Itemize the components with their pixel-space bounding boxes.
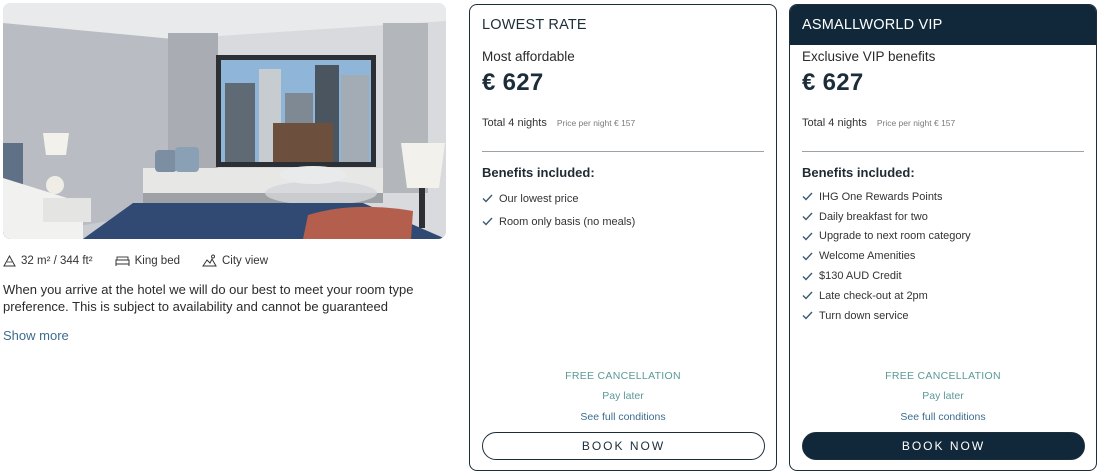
see-full-conditions-link[interactable]: See full conditions: [802, 411, 1084, 423]
checkmark-icon: [802, 311, 813, 320]
benefit-item: $130 AUD Credit: [802, 266, 1084, 286]
room-photo[interactable]: [3, 3, 446, 239]
benefit-label: Our lowest price: [499, 192, 579, 205]
benefit-label: Room only basis (no meals): [499, 215, 636, 228]
feature-area-label: 32 m² / 344 ft²: [21, 254, 93, 267]
free-cancellation-label: FREE CANCELLATION: [565, 370, 681, 382]
benefit-item: Upgrade to next room category: [802, 227, 1084, 247]
rate-card-header: LOWEST RATE: [482, 17, 587, 33]
feature-bed: King bed: [115, 255, 180, 267]
benefit-label: Turn down service: [819, 309, 909, 322]
rate-price: € 627: [482, 69, 544, 96]
book-now-button[interactable]: BOOK NOW: [482, 432, 765, 460]
feature-area: 32 m² / 344 ft²: [3, 254, 93, 267]
benefits-title: Benefits included:: [482, 165, 595, 180]
benefit-item: Our lowest price: [482, 187, 764, 210]
checkmark-icon: [482, 194, 493, 203]
room-info: 32 m² / 344 ft² King bed City view When …: [3, 3, 446, 345]
benefit-label: IHG One Rewards Points: [819, 190, 943, 203]
rate-price-per-night: Price per night € 157: [876, 118, 956, 128]
rate-card-lowest: LOWEST RATE Most affordable € 627 Total …: [469, 4, 777, 471]
checkmark-icon: [802, 192, 813, 201]
benefit-label: Welcome Amenities: [819, 250, 916, 263]
rate-total-nights: Total 4 nights: [802, 117, 867, 129]
rate-card-header: ASMALLWORLD VIP: [790, 5, 1096, 45]
pay-later-label: Pay later: [602, 390, 644, 402]
room-description: When you arrive at the hotel we will do …: [3, 282, 414, 314]
rate-price-per-night: Price per night € 157: [556, 118, 636, 128]
benefit-list: Our lowest price Room only basis (no mea…: [482, 187, 764, 233]
checkmark-icon: [802, 291, 813, 300]
area-icon: [3, 254, 16, 267]
benefit-item: Welcome Amenities: [802, 246, 1084, 266]
benefit-item: Daily breakfast for two: [802, 207, 1084, 227]
rate-tagline: Exclusive VIP benefits: [802, 49, 936, 64]
benefit-item: Turn down service: [802, 306, 1084, 326]
divider: [482, 151, 764, 152]
room-features: 32 m² / 344 ft² King bed City view: [3, 254, 446, 267]
rate-price: € 627: [802, 69, 864, 96]
checkmark-icon: [802, 212, 813, 221]
checkmark-icon: [802, 252, 813, 261]
divider: [802, 151, 1084, 152]
benefit-list: IHG One Rewards Points Daily breakfast f…: [802, 187, 1084, 326]
benefits-title: Benefits included:: [802, 165, 915, 180]
rate-card-vip: ASMALLWORLD VIP Exclusive VIP benefits €…: [789, 4, 1097, 471]
room-photo-illustration: [3, 3, 446, 239]
bed-icon: [115, 256, 130, 266]
benefit-label: Late check-out at 2pm: [819, 289, 928, 302]
checkmark-icon: [482, 217, 493, 226]
free-cancellation-label: FREE CANCELLATION: [885, 370, 1001, 382]
rate-total-nights: Total 4 nights: [482, 117, 547, 129]
feature-bed-label: King bed: [134, 254, 180, 267]
see-full-conditions-link[interactable]: See full conditions: [482, 411, 764, 423]
feature-view: City view: [202, 254, 268, 267]
show-more-link[interactable]: Show more: [3, 328, 69, 343]
benefit-item: IHG One Rewards Points: [802, 187, 1084, 207]
benefit-item: Room only basis (no meals): [482, 210, 764, 233]
benefit-label: Daily breakfast for two: [819, 210, 928, 223]
benefit-item: Late check-out at 2pm: [802, 286, 1084, 306]
rate-tagline: Most affordable: [482, 49, 575, 64]
feature-view-label: City view: [222, 254, 269, 267]
pay-later-label: Pay later: [922, 390, 964, 402]
city-view-icon: [202, 254, 217, 267]
checkmark-icon: [802, 272, 813, 281]
benefit-label: $130 AUD Credit: [819, 270, 902, 283]
book-now-button[interactable]: BOOK NOW: [802, 432, 1085, 460]
checkmark-icon: [802, 232, 813, 241]
benefit-label: Upgrade to next room category: [819, 230, 971, 243]
